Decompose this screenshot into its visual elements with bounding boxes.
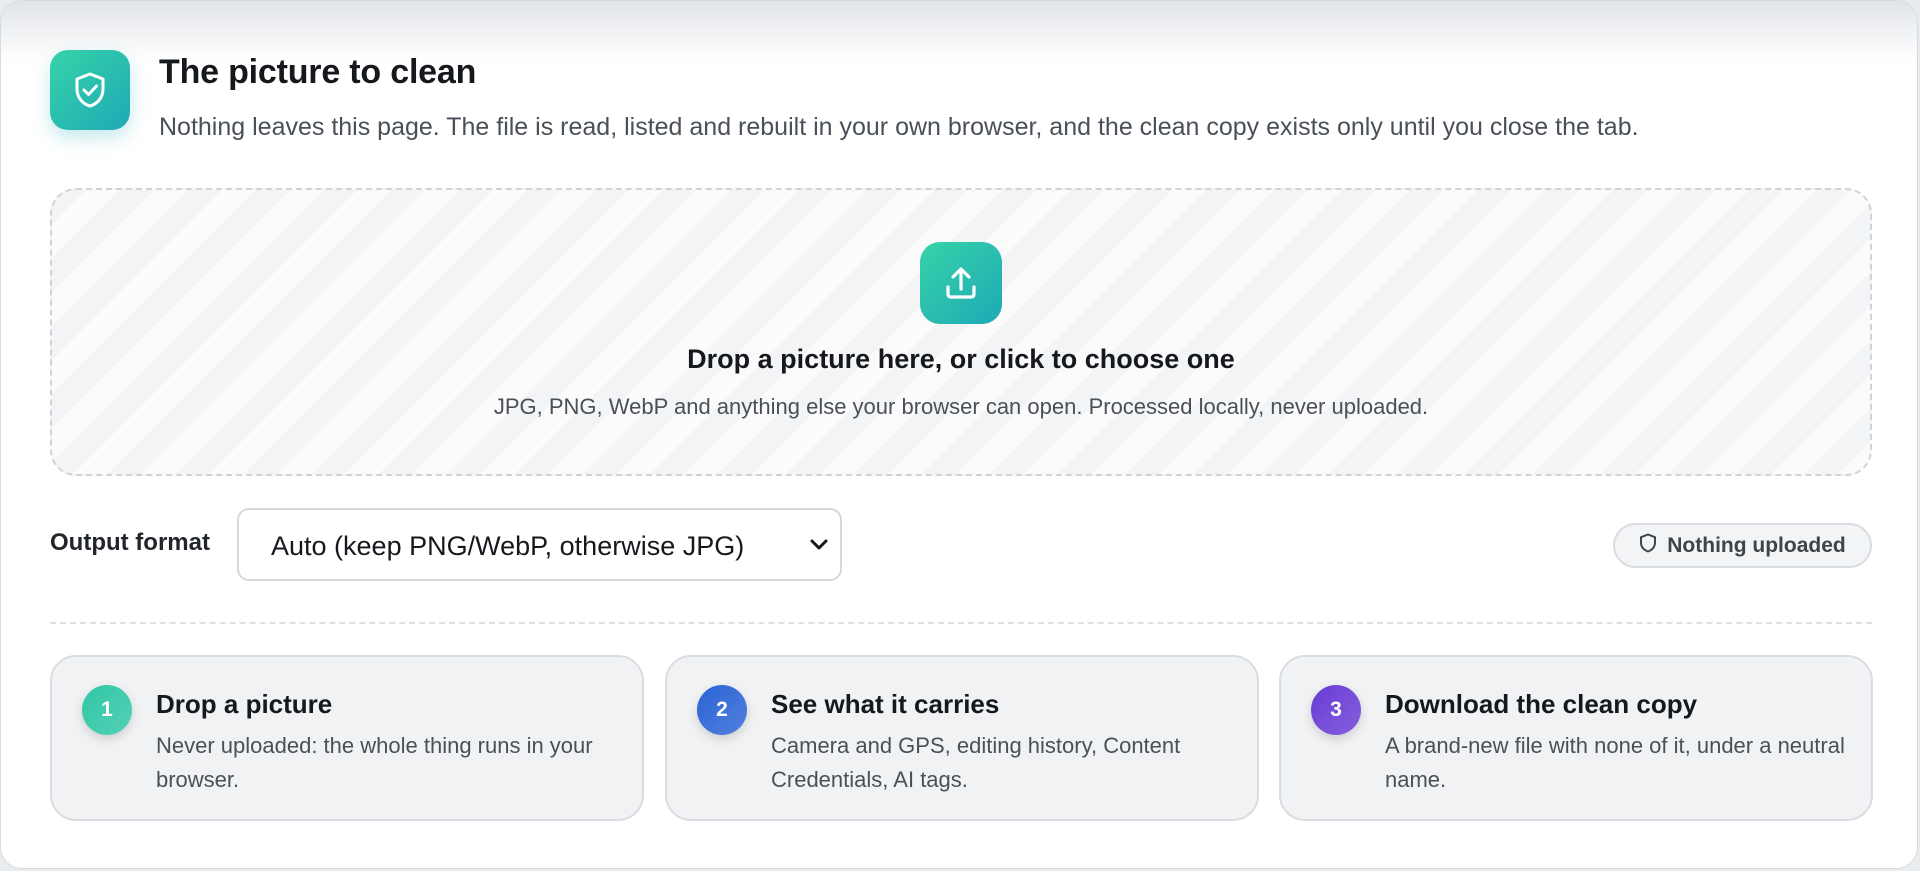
step-card-1: 1 Drop a picture Never uploaded: the who…	[50, 655, 644, 821]
step-title: See what it carries	[771, 689, 1000, 719]
page-subtitle: Nothing leaves this page. The file is re…	[159, 113, 1639, 141]
step-number-badge: 1	[82, 685, 132, 735]
step-card-2: 2 See what it carries Camera and GPS, ed…	[665, 655, 1259, 821]
step-card-3: 3 Download the clean copy A brand-new fi…	[1279, 655, 1873, 821]
status-badge: Nothing uploaded	[1613, 523, 1872, 568]
main-card: The picture to clean Nothing leaves this…	[0, 0, 1918, 869]
section-divider	[50, 622, 1872, 624]
output-format-select[interactable]: Auto (keep PNG/WebP, otherwise JPG)	[237, 508, 842, 581]
dropzone-subtitle: JPG, PNG, WebP and anything else your br…	[493, 394, 1429, 419]
step-description: Camera and GPS, editing history, Content…	[771, 733, 1181, 792]
shield-check-icon	[50, 50, 130, 130]
step-description: A brand-new file with none of it, under …	[1385, 733, 1845, 792]
step-description: Never uploaded: the whole thing runs in …	[156, 733, 593, 792]
dropzone-title: Drop a picture here, or click to choose …	[687, 344, 1235, 374]
output-format-value: Auto (keep PNG/WebP, otherwise JPG)	[271, 531, 745, 561]
chevron-down-icon	[808, 534, 830, 561]
step-title: Download the clean copy	[1385, 689, 1698, 719]
output-format-label: Output format	[50, 529, 210, 556]
step-number-badge: 2	[697, 685, 747, 735]
step-number-badge: 3	[1311, 685, 1361, 735]
status-badge-label: Nothing uploaded	[1667, 533, 1846, 557]
picture-dropzone[interactable]: Drop a picture here, or click to choose …	[50, 188, 1872, 476]
upload-icon	[920, 242, 1002, 324]
shield-icon	[1639, 533, 1657, 558]
step-title: Drop a picture	[156, 689, 333, 719]
page-title: The picture to clean	[159, 53, 477, 91]
